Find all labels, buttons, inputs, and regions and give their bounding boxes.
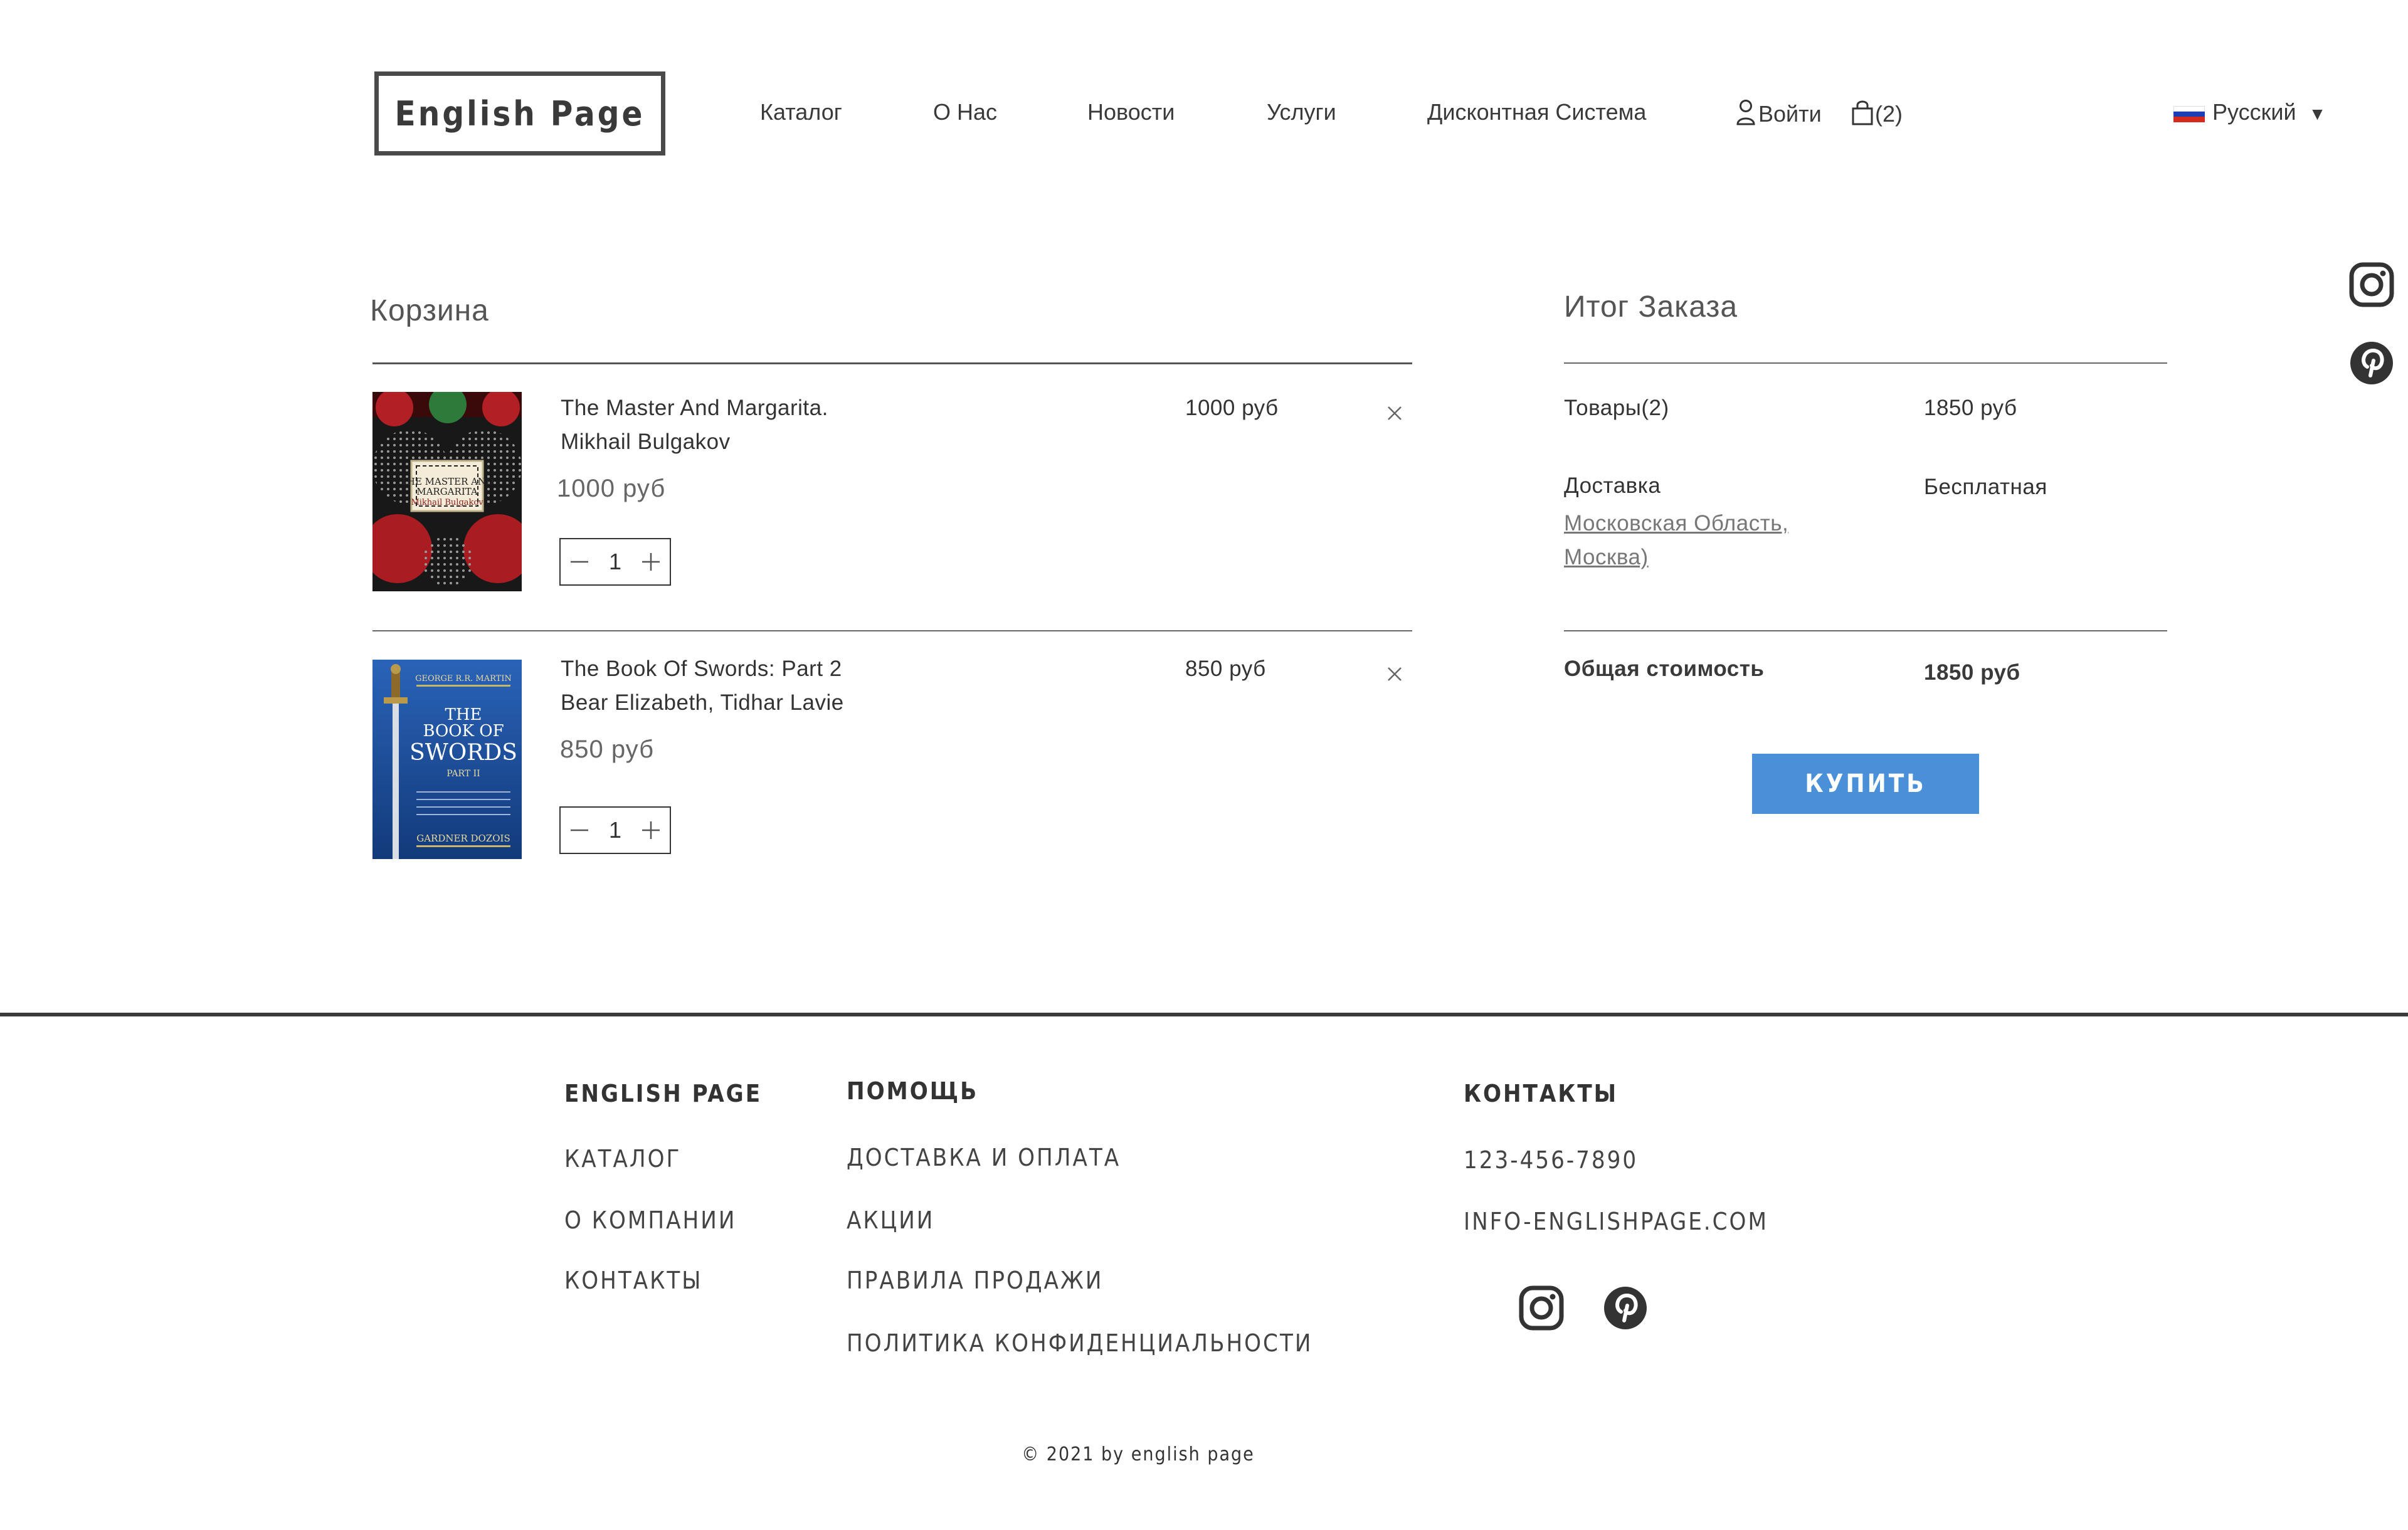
quantity-value[interactable]: 1: [609, 817, 621, 843]
quantity-value[interactable]: 1: [609, 549, 621, 575]
minus-icon[interactable]: [569, 820, 589, 840]
nav-services[interactable]: Услуги: [1267, 99, 1336, 125]
cover-text: SWORDS: [409, 740, 517, 766]
cover-text: BOOK OF: [423, 722, 504, 741]
cover-text: GARDNER DOZOIS: [416, 833, 510, 844]
cover-text: Mikhail Bulgakov: [411, 498, 483, 507]
item-title-line1[interactable]: The Master And Margarita.: [561, 391, 828, 425]
quantity-stepper[interactable]: 1: [559, 806, 671, 854]
cart-link[interactable]: (2): [1851, 99, 1903, 127]
close-icon[interactable]: [1386, 404, 1403, 422]
cover-text: MARGARITA: [416, 486, 478, 497]
pinterest-icon[interactable]: [1603, 1285, 1648, 1331]
plus-icon[interactable]: [641, 552, 661, 572]
footer-brand-title: ENGLISH PAGE: [564, 1080, 763, 1107]
nav-about[interactable]: О Нас: [933, 99, 997, 125]
login-link[interactable]: Войти: [1736, 99, 1822, 127]
quantity-stepper[interactable]: 1: [559, 538, 671, 586]
footer-link-promotions[interactable]: АКЦИИ: [847, 1206, 934, 1234]
summary-items-label: Товары(2): [1564, 396, 1669, 420]
footer-link-catalog[interactable]: КАТАЛОГ: [564, 1145, 681, 1173]
summary-title: Итог Заказа: [1564, 290, 1738, 324]
cart-divider: [372, 362, 1412, 364]
delivery-region-link[interactable]: Московская Область,: [1564, 507, 1788, 541]
login-label: Войти: [1758, 101, 1822, 127]
copyright: © 2021 by english page: [1022, 1443, 1255, 1465]
nav-news[interactable]: Новости: [1087, 99, 1175, 125]
cover-text: PART II: [446, 769, 480, 779]
shopping-bag-icon: [1852, 100, 1873, 125]
user-icon: [1736, 100, 1755, 125]
footer-phone[interactable]: 123-456-7890: [1464, 1146, 1638, 1174]
cart-title: Корзина: [370, 294, 489, 327]
plus-icon[interactable]: [641, 820, 661, 840]
site-logo[interactable]: English Page: [374, 71, 665, 156]
book-cover-master-margarita[interactable]: THE MASTER AND MARGARITA Mikhail Bulgakov: [372, 392, 522, 591]
footer-link-contacts[interactable]: КОНТАКТЫ: [564, 1267, 702, 1294]
book-cover-book-of-swords[interactable]: GEORGE R.R. MARTIN THE BOOK OF SWORDS PART I…: [372, 660, 522, 859]
language-label: Русский: [2212, 99, 2296, 125]
nav-catalog[interactable]: Каталог: [760, 99, 842, 125]
minus-icon[interactable]: [569, 552, 589, 572]
instagram-icon[interactable]: [2349, 262, 2394, 307]
item-unit-price: 1000 руб: [557, 475, 666, 502]
footer-email[interactable]: INFO-ENGLISHPAGE.COM: [1464, 1208, 1768, 1235]
russia-flag-icon[interactable]: [2173, 106, 2205, 122]
item-unit-price: 850 руб: [560, 736, 655, 763]
cover-art: GEORGE R.R. MARTINTHEBOOK OFSWORDSPART I…: [372, 660, 522, 859]
footer-link-privacy[interactable]: ПОЛИТИКА КОНФИДЕНЦИАЛЬНОСТИ: [847, 1329, 1312, 1357]
cart-count: (2): [1875, 101, 1903, 127]
footer-help-title: ПОМОЩЬ: [847, 1077, 979, 1105]
pinterest-icon[interactable]: [2349, 340, 2394, 386]
summary-total-divider: [1564, 630, 2167, 631]
item-title-line2: Mikhail Bulgakov: [561, 430, 731, 454]
nav-discount[interactable]: Дисконтная Система: [1427, 99, 1646, 125]
item-line-total: 850 руб: [1185, 657, 1266, 681]
item-divider: [372, 630, 1412, 631]
summary-total-value: 1850 руб: [1924, 660, 2020, 685]
summary-delivery-label: Доставка: [1564, 473, 1661, 498]
language-selector[interactable]: Русский ▼: [2212, 99, 2326, 125]
footer-divider: [0, 1013, 2408, 1016]
item-line-total: 1000 руб: [1185, 396, 1279, 420]
cover-text: GEORGE R.R. MARTIN: [415, 674, 512, 683]
instagram-icon[interactable]: [1519, 1285, 1564, 1331]
item-title-line1[interactable]: The Book Of Swords: Part 2: [561, 652, 842, 686]
summary-delivery-value: Бесплатная: [1924, 475, 2047, 499]
delivery-city-link[interactable]: Москва): [1564, 541, 1649, 574]
close-icon[interactable]: [1386, 665, 1403, 683]
footer-link-sale-rules[interactable]: ПРАВИЛА ПРОДАЖИ: [847, 1267, 1103, 1294]
summary-total-label: Общая стоимость: [1564, 657, 1765, 681]
summary-items-value: 1850 руб: [1924, 396, 2017, 420]
footer-link-about[interactable]: О КОМПАНИИ: [564, 1206, 736, 1234]
item-title-line2: Bear Elizabeth, Tidhar Lavie: [561, 690, 844, 715]
footer-link-delivery[interactable]: ДОСТАВКА И ОПЛАТА: [847, 1144, 1121, 1171]
footer-contacts-title: КОНТАКТЫ: [1464, 1080, 1619, 1107]
buy-button[interactable]: КУПИТЬ: [1752, 754, 1979, 814]
summary-divider: [1564, 362, 2167, 364]
cover-art: THE MASTER ANDMARGARITAMikhail Bulgakov: [372, 392, 522, 591]
dropdown-arrow-icon: ▼: [2308, 104, 2326, 124]
